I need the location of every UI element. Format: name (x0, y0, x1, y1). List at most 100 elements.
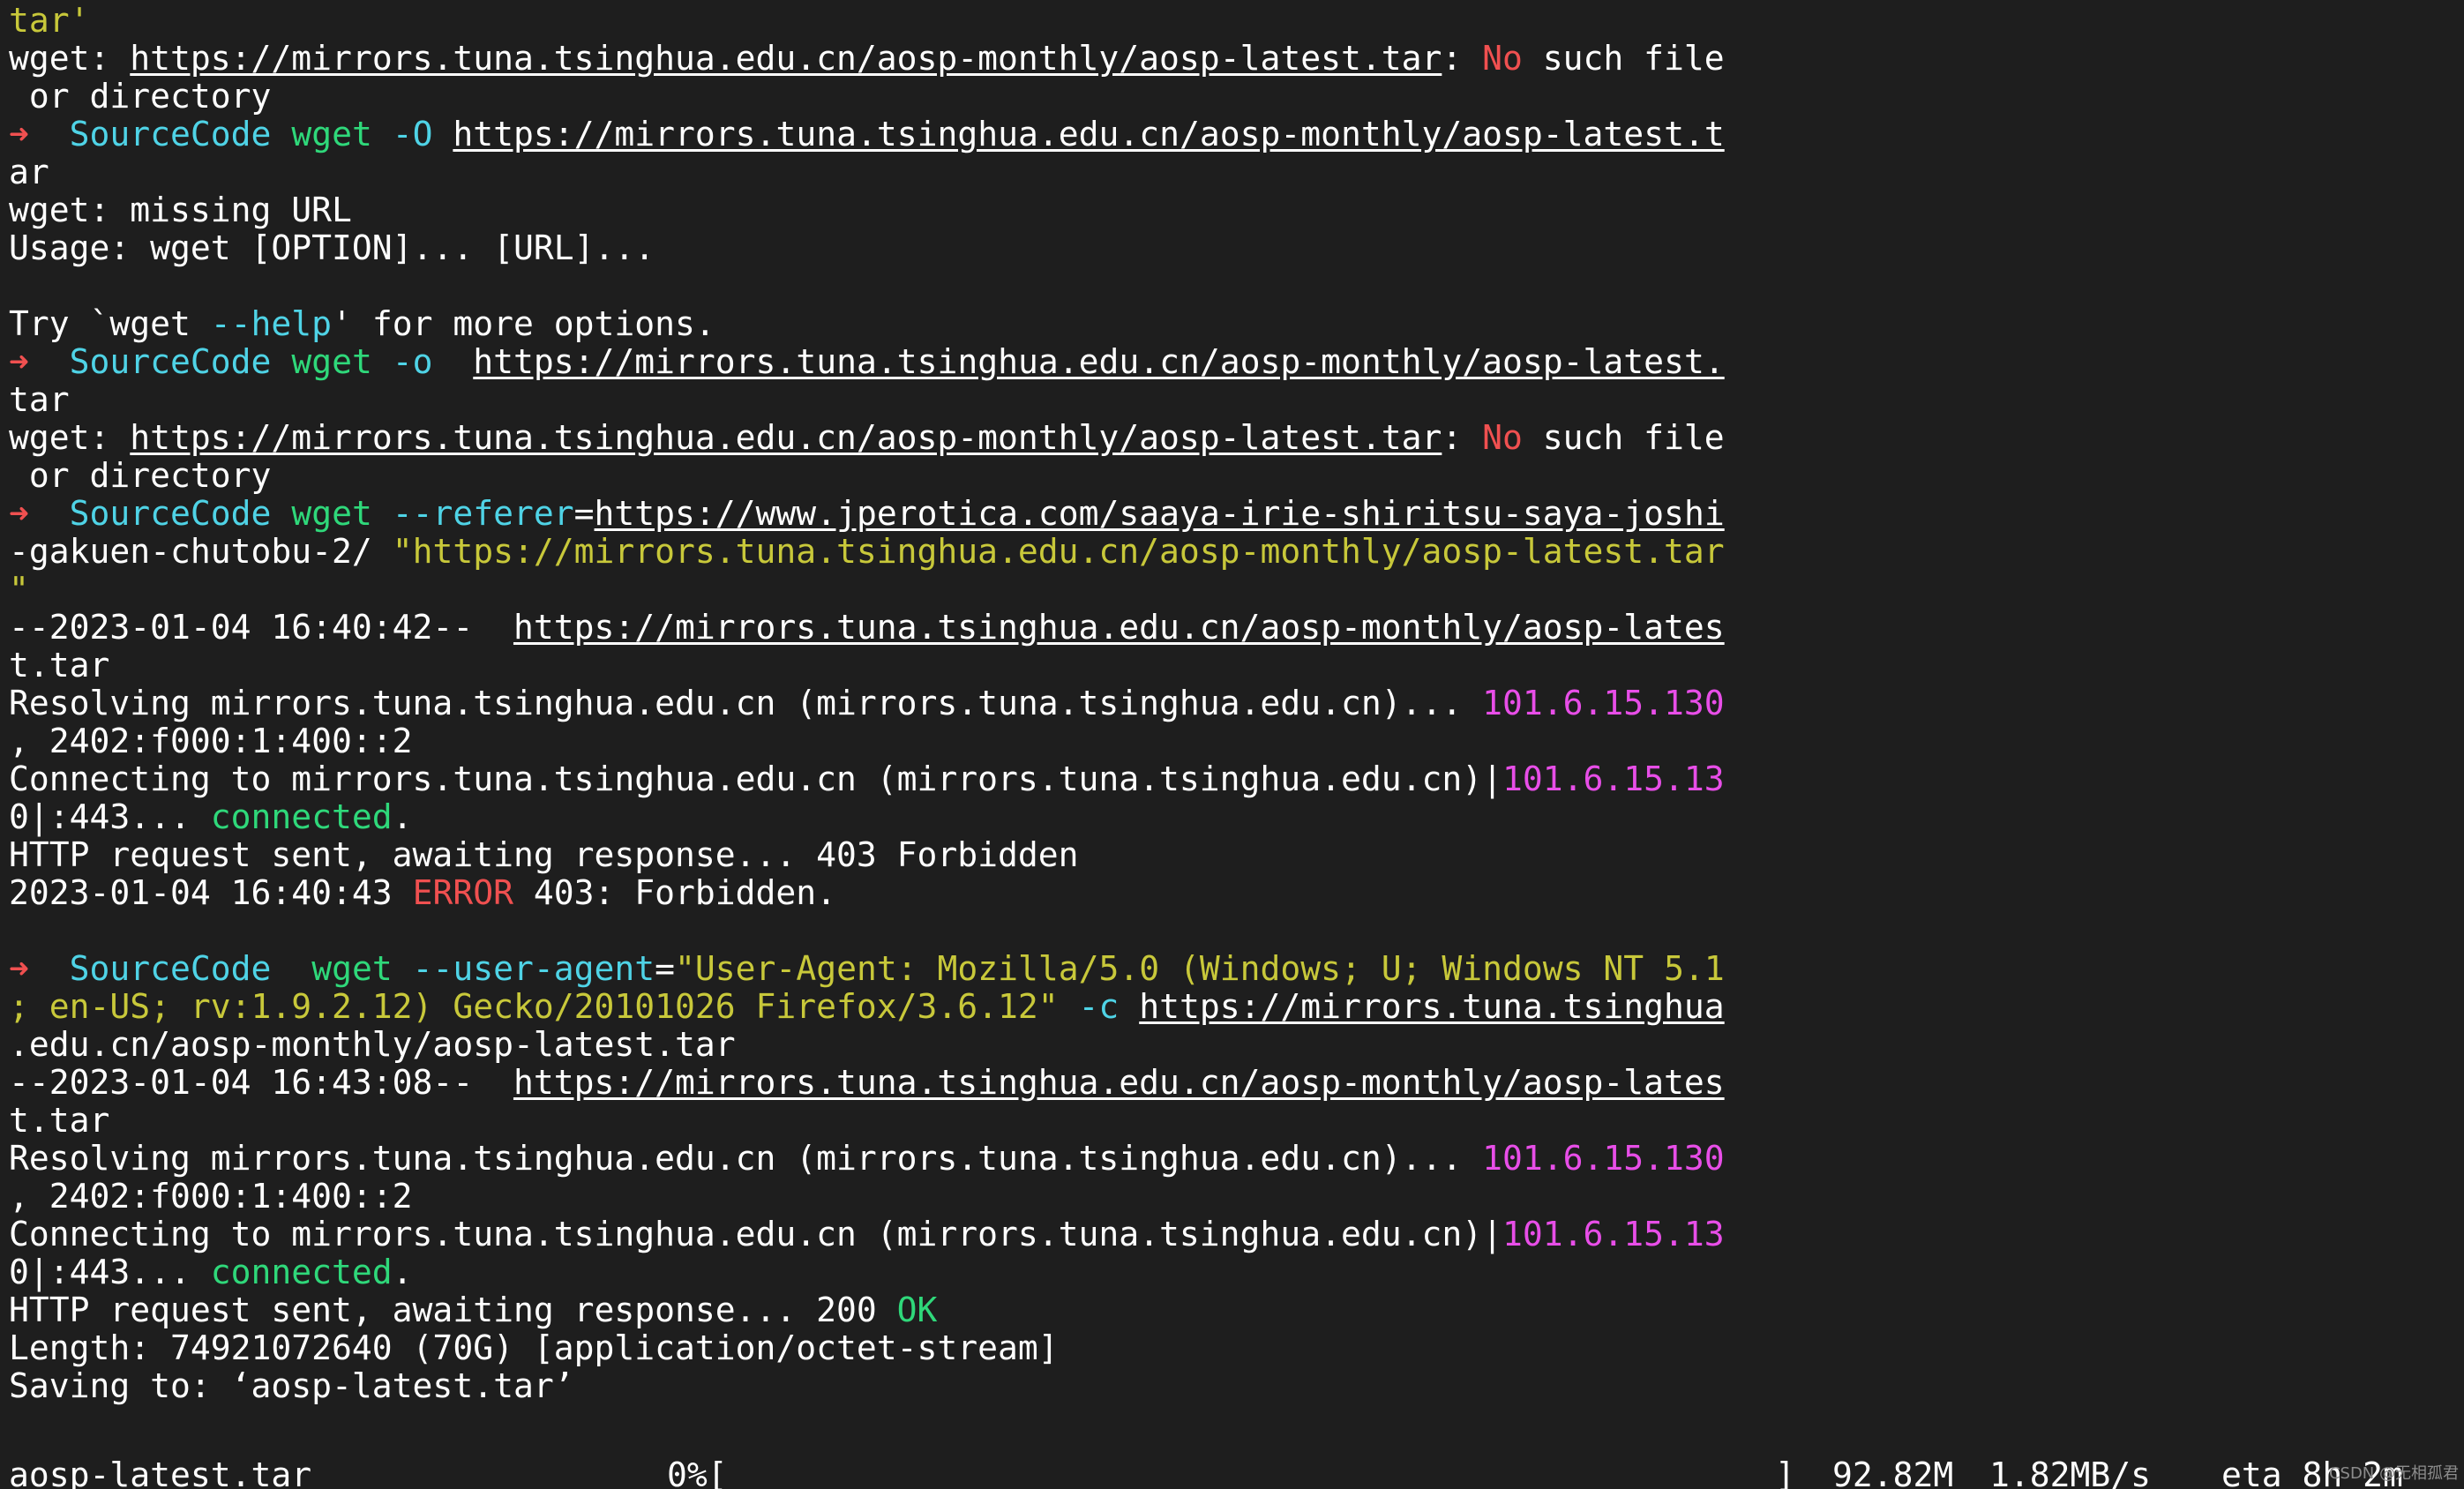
text-segment: wget: (9, 39, 131, 78)
progress-speed: 1.82MB/s (1989, 1455, 2152, 1489)
text-segment: : (1442, 39, 1483, 78)
terminal-line: Saving to: ‘aosp-latest.tar’ (9, 1367, 574, 1405)
text-segment: --user-agent (412, 949, 655, 988)
text-segment: -O (392, 115, 433, 153)
terminal-line: tar (9, 381, 70, 419)
text-segment: Connecting to mirrors.tuna.tsinghua.edu.… (9, 759, 1502, 798)
text-segment (433, 115, 453, 153)
terminal-line: Try `wget --help' for more options. (9, 305, 715, 343)
text-segment: OK (896, 1291, 938, 1329)
text-segment: --2023-01-04 16:40:42-- (9, 608, 513, 647)
terminal-line: --2023-01-04 16:40:42-- https://mirrors.… (9, 609, 1725, 647)
text-segment: 101.6.15.130 (1482, 1139, 1725, 1178)
text-segment: --2023-01-04 16:43:08-- (9, 1063, 513, 1102)
text-segment: 0|:443... (9, 1253, 211, 1291)
terminal-line: tar' (9, 2, 90, 40)
text-segment (29, 115, 70, 153)
text-segment (29, 494, 70, 533)
progress-downloaded: 92.82M (1832, 1455, 1954, 1489)
text-segment: " (9, 570, 29, 609)
text-segment (1119, 987, 1139, 1026)
text-segment: t.tar (9, 1101, 110, 1140)
text-segment: No (1482, 418, 1523, 457)
terminal-line: ➜ SourceCode wget --user-agent="User-Age… (9, 950, 1725, 988)
text-segment: ' for more options. (332, 304, 715, 343)
text-segment: connected (210, 1253, 393, 1291)
text-segment: , 2402:f000:1:400::2 (9, 722, 413, 760)
url-link[interactable]: https://mirrors.tuna.tsinghua.edu.cn/aos… (513, 608, 1725, 647)
terminal-line: Connecting to mirrors.tuna.tsinghua.edu.… (9, 1216, 1725, 1253)
text-segment: . (392, 797, 413, 836)
terminal-line: t.tar (9, 1102, 109, 1140)
url-link[interactable]: https://mirrors.tuna.tsinghua.edu.cn/aos… (473, 342, 1724, 381)
text-segment: ➜ (9, 115, 29, 153)
text-segment: , 2402:f000:1:400::2 (9, 1177, 413, 1216)
text-segment: : (1442, 418, 1483, 457)
text-segment: SourceCode (69, 494, 272, 533)
text-segment (271, 494, 291, 533)
text-segment: --referer (392, 494, 574, 533)
text-segment: ar (9, 153, 49, 191)
text-segment: . (392, 1253, 413, 1291)
terminal-line: ar (9, 153, 49, 191)
terminal-line: HTTP request sent, awaiting response... … (9, 836, 1079, 874)
text-segment: = (573, 494, 595, 533)
terminal-line: wget: https://mirrors.tuna.tsinghua.edu.… (9, 419, 1725, 457)
text-segment: connected (210, 797, 393, 836)
text-segment: SourceCode (69, 115, 272, 153)
text-segment: 101.6.15.13 (1502, 759, 1725, 798)
text-segment: --help (210, 304, 333, 343)
text-segment: -gakuen-chutobu-2/ (9, 532, 393, 571)
text-segment: wget (311, 949, 393, 988)
text-segment (271, 949, 311, 988)
terminal-line: ➜ SourceCode wget --referer=https://www.… (9, 495, 1725, 533)
url-link[interactable]: https://mirrors.tuna.tsinghua.edu.cn/aos… (513, 1063, 1725, 1102)
url-link[interactable]: https://www.jperotica.com/saaya-irie-shi… (595, 494, 1725, 533)
url-link[interactable]: https://mirrors.tuna.tsinghua (1139, 987, 1724, 1026)
text-segment (433, 342, 474, 381)
text-segment (29, 949, 70, 988)
text-segment: Try `wget (9, 304, 211, 343)
url-link[interactable]: https://mirrors.tuna.tsinghua.edu.cn/aos… (130, 418, 1442, 457)
text-segment: 101.6.15.130 (1482, 684, 1725, 722)
text-segment: Resolving mirrors.tuna.tsinghua.edu.cn (… (9, 684, 1483, 722)
text-segment: wget (291, 115, 372, 153)
text-segment: or directory (9, 456, 272, 495)
text-segment: Connecting to mirrors.tuna.tsinghua.edu.… (9, 1215, 1502, 1253)
text-segment: Saving to: ‘aosp-latest.tar’ (9, 1366, 574, 1405)
text-segment: wget (291, 494, 372, 533)
terminal-line: wget: https://mirrors.tuna.tsinghua.edu.… (9, 40, 1725, 78)
text-segment (372, 342, 393, 381)
text-segment: "User-Agent: Mozilla/5.0 (Windows; U; Wi… (675, 949, 1725, 988)
text-segment: "https://mirrors.tuna.tsinghua.edu.cn/ao… (392, 532, 1725, 571)
text-segment: ➜ (9, 494, 29, 533)
terminal-line: or directory (9, 78, 272, 116)
terminal-line: ➜ SourceCode wget -o https://mirrors.tun… (9, 343, 1725, 381)
terminal-window[interactable]: tar' wget: https://mirrors.tuna.tsinghua.… (0, 0, 2464, 1489)
terminal-line: -gakuen-chutobu-2/ "https://mirrors.tuna… (9, 533, 1725, 571)
text-segment: Length: 74921072640 (70G) [application/o… (9, 1328, 1059, 1367)
text-segment (271, 342, 291, 381)
text-segment: -o (392, 342, 433, 381)
text-segment: SourceCode (69, 949, 272, 988)
text-segment: wget: missing URL (9, 191, 352, 229)
terminal-line: ; en-US; rv:1.9.2.12) Gecko/20101026 Fir… (9, 988, 1725, 1026)
text-segment: HTTP request sent, awaiting response... … (9, 1291, 897, 1329)
terminal-line: , 2402:f000:1:400::2 (9, 722, 413, 760)
terminal-line: t.tar (9, 647, 109, 685)
text-segment: ➜ (9, 949, 29, 988)
text-segment: ; en-US; rv:1.9.2.12) Gecko/20101026 Fir… (9, 987, 1059, 1026)
text-segment: No (1482, 39, 1523, 78)
progress-bar-end: ] (1775, 1455, 1795, 1489)
text-segment (372, 494, 393, 533)
text-segment: such file (1522, 418, 1725, 457)
terminal-line: Connecting to mirrors.tuna.tsinghua.edu.… (9, 760, 1725, 798)
text-segment: ERROR (412, 873, 513, 912)
text-segment: 0|:443... (9, 797, 211, 836)
text-segment: -c (1078, 987, 1120, 1026)
text-segment: tar' (9, 1, 90, 40)
url-link[interactable]: https://mirrors.tuna.tsinghua.edu.cn/aos… (453, 115, 1724, 153)
terminal-line: 0|:443... connected. (9, 1253, 413, 1291)
url-link[interactable]: https://mirrors.tuna.tsinghua.edu.cn/aos… (130, 39, 1442, 78)
terminal-line: .edu.cn/aosp-monthly/aosp-latest.tar (9, 1026, 736, 1064)
